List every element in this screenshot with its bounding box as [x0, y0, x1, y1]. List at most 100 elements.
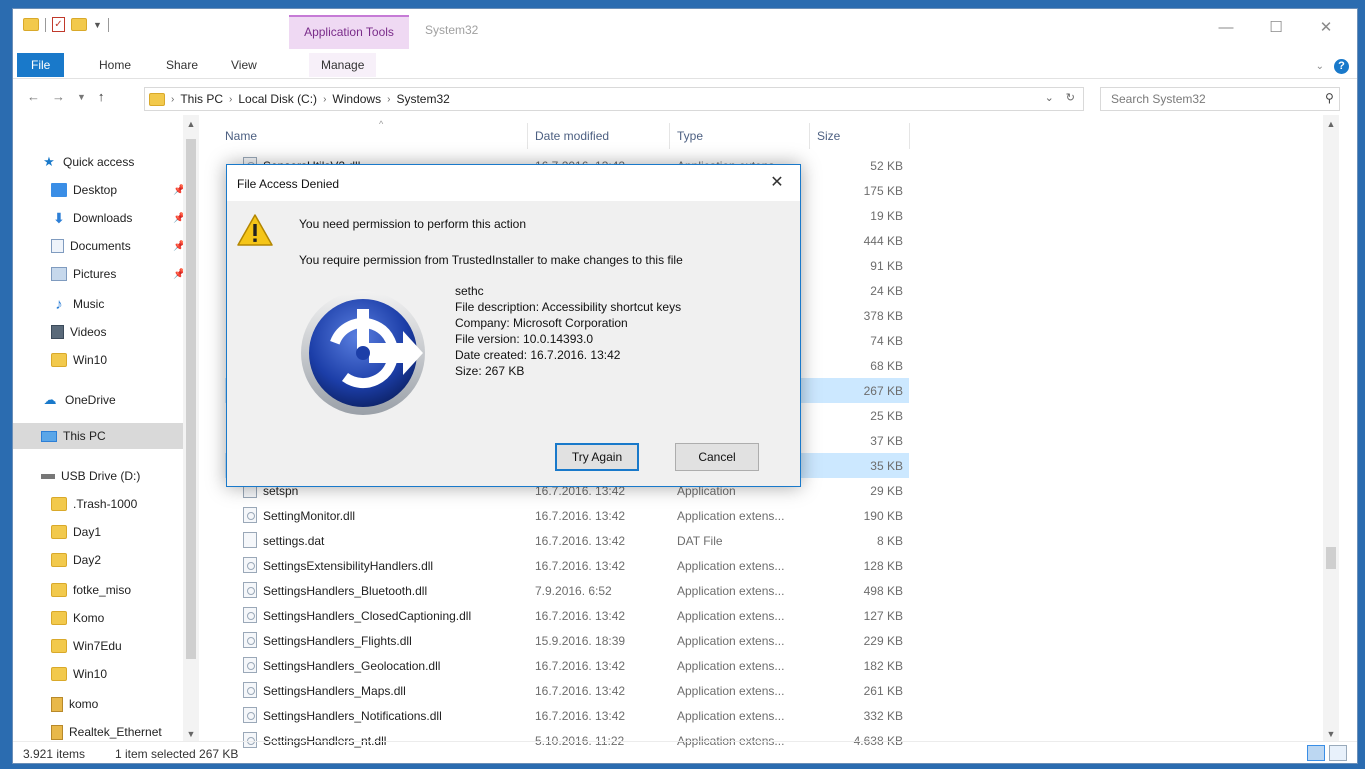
file-name: sethc [455, 284, 484, 298]
column-header-size[interactable]: Size [817, 129, 840, 143]
breadcrumb-system32[interactable]: System32 [396, 92, 449, 106]
chevron-right-icon: › [229, 93, 233, 105]
table-row[interactable]: SettingsHandlers_Bluetooth.dll 7.9.2016. … [225, 578, 909, 603]
breadcrumb-this-pc[interactable]: This PC [180, 92, 223, 106]
dll-file-icon [243, 682, 257, 698]
navigation-pane: ★ Quick access Desktop 📌 ⬇ Downloads 📌 D… [13, 115, 209, 741]
nav-item-this-pc[interactable]: This PC [13, 423, 183, 449]
properties-icon[interactable]: ✓ [52, 17, 65, 32]
file-list-scrollbar[interactable]: ▲ ▼ [1323, 115, 1339, 741]
desktop-icon [51, 183, 67, 197]
date-modified-cell: 16.7.2016. 13:42 [535, 709, 626, 723]
file-name-cell: SettingMonitor.dll [263, 509, 356, 523]
table-row[interactable]: SettingsHandlers_Flights.dll 15.9.2016. 1… [225, 628, 909, 653]
type-cell: DAT File [677, 534, 723, 548]
size-cell: 19 KB [870, 209, 903, 223]
scroll-down-icon[interactable]: ▼ [1323, 729, 1339, 739]
close-window-button[interactable]: ✕ [1301, 15, 1351, 41]
nav-item-label: komo [69, 697, 99, 711]
view-toggle [1307, 745, 1347, 761]
music-icon: ♪ [55, 295, 63, 313]
tab-view[interactable]: View [219, 53, 269, 77]
dat-file-icon [243, 532, 257, 548]
videos-icon [51, 325, 64, 339]
scrollbar-thumb[interactable] [186, 139, 196, 659]
scroll-up-icon[interactable]: ▲ [183, 119, 199, 129]
try-again-button[interactable]: Try Again [555, 443, 639, 471]
table-row[interactable]: settings.dat 16.7.2016. 13:42 DAT File 8 KB [225, 528, 909, 553]
chevron-down-icon[interactable]: ▼ [93, 20, 102, 30]
column-divider[interactable] [669, 123, 670, 149]
dialog-close-button[interactable]: ✕ [762, 171, 792, 195]
date-modified-cell: 16.7.2016. 13:42 [535, 684, 626, 698]
folder-icon [51, 553, 67, 567]
size-cell: 175 KB [863, 184, 903, 198]
expand-ribbon-icon[interactable]: ⌄ [1316, 61, 1324, 72]
nav-pane-scrollbar[interactable]: ▲ ▼ [183, 115, 199, 741]
back-arrow-icon[interactable]: ← [27, 89, 40, 104]
table-row[interactable]: SettingsHandlers_Geolocation.dll 16.7.201… [225, 653, 909, 678]
tab-file[interactable]: File [17, 53, 65, 77]
size-cell: 378 KB [863, 309, 903, 323]
minimize-button[interactable]: — [1201, 15, 1251, 41]
table-row[interactable]: SettingsExtensibilityHandlers.dll 16.7.20… [225, 553, 909, 578]
type-cell: Application extens... [677, 659, 785, 673]
breadcrumb-windows[interactable]: Windows [332, 92, 381, 106]
breadcrumb-local-disk[interactable]: Local Disk (C:) [238, 92, 317, 106]
dll-file-icon [243, 557, 257, 573]
search-input[interactable]: Search System32 [1100, 87, 1340, 111]
dialog-title: File Access Denied [237, 177, 340, 191]
column-divider[interactable] [527, 123, 528, 149]
table-row[interactable]: SettingMonitor.dll 16.7.2016. 13:42 Applic… [225, 503, 909, 528]
window-controls: — ☐ ✕ [1201, 15, 1351, 41]
size-cell: 498 KB [863, 584, 903, 598]
large-icons-view-button[interactable] [1329, 745, 1347, 761]
usb-drive-icon [41, 473, 55, 479]
up-arrow-icon[interactable]: ↑ [98, 89, 105, 104]
column-header-date-modified[interactable]: Date modified [535, 129, 609, 143]
tab-home[interactable]: Home [87, 53, 143, 77]
folder-icon [51, 611, 67, 625]
cancel-button[interactable]: Cancel [675, 443, 759, 471]
file-name-cell: settings.dat [263, 534, 325, 548]
nav-item-label: .Trash-1000 [73, 497, 138, 511]
type-cell: Application extens... [677, 634, 785, 648]
nav-item-label: Videos [70, 325, 107, 339]
table-row[interactable]: SettingsHandlers_ClosedCaptioning.dll 16.… [225, 603, 909, 628]
tab-share[interactable]: Share [154, 53, 210, 77]
folder-icon [51, 497, 67, 511]
folder-icon [51, 353, 67, 367]
scrollbar-thumb[interactable] [1326, 547, 1336, 569]
details-view-button[interactable] [1307, 745, 1325, 761]
warning-icon [237, 214, 273, 246]
documents-icon [51, 239, 64, 253]
column-divider[interactable] [809, 123, 810, 149]
folder-icon[interactable] [23, 18, 39, 31]
size-cell: 52 KB [870, 159, 903, 173]
recent-locations-icon[interactable]: ▼ [77, 89, 86, 104]
new-folder-icon[interactable] [71, 18, 87, 31]
maximize-button[interactable]: ☐ [1251, 15, 1301, 41]
refresh-icon[interactable]: ↻ [1066, 91, 1075, 104]
scroll-down-icon[interactable]: ▼ [183, 729, 199, 739]
size-cell: 229 KB [863, 634, 903, 648]
table-row[interactable]: SettingsHandlers_Notifications.dll 16.7.2… [225, 703, 909, 728]
file-name-cell: SettingsHandlers_Notifications.dll [263, 709, 442, 723]
search-icon[interactable]: ⚲ [1325, 91, 1349, 105]
forward-arrow-icon[interactable]: → [52, 89, 65, 104]
column-header-type[interactable]: Type [677, 129, 703, 143]
window-title: System32 [425, 23, 479, 37]
nav-item-label: OneDrive [65, 393, 116, 407]
help-icon[interactable]: ? [1334, 59, 1349, 74]
file-name-cell: SettingsHandlers_ClosedCaptioning.dll [263, 609, 472, 623]
scroll-up-icon[interactable]: ▲ [1323, 119, 1339, 129]
tab-manage[interactable]: Manage [309, 53, 377, 77]
address-bar[interactable]: › This PC › Local Disk (C:) › Windows › … [144, 87, 1084, 111]
address-history-icon[interactable]: ⌄ [1045, 91, 1054, 104]
file-access-denied-dialog: File Access Denied ✕ You need permission… [226, 164, 801, 487]
column-divider[interactable] [909, 123, 910, 149]
type-cell: Application extens... [677, 609, 785, 623]
dialog-title-bar: File Access Denied ✕ [227, 165, 800, 201]
column-header-name[interactable]: Name [225, 129, 257, 143]
table-row[interactable]: SettingsHandlers_Maps.dll 16.7.2016. 13:4… [225, 678, 909, 703]
